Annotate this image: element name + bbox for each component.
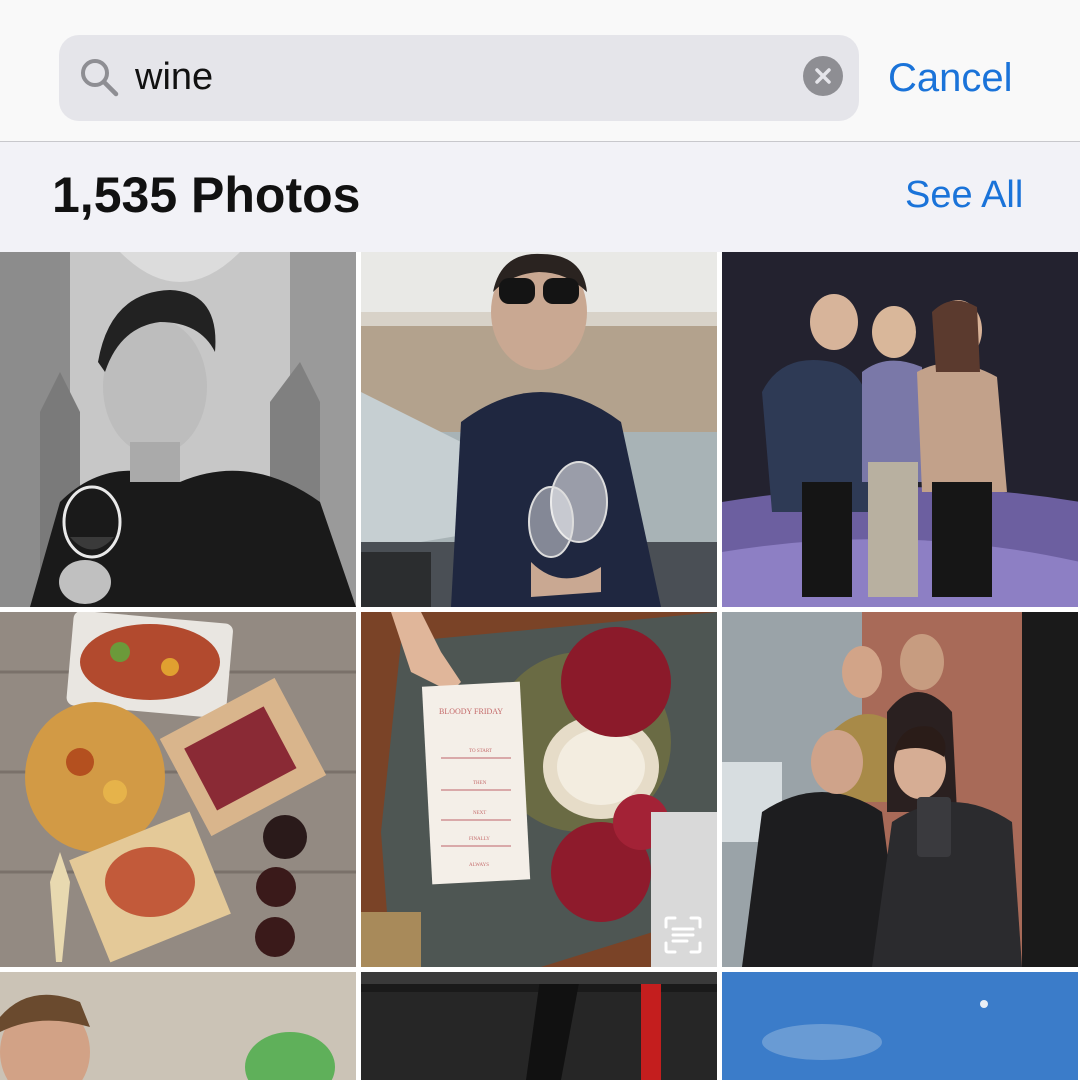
menu-card-heading: BLOODY FRIDAY [439,707,503,716]
menu-course-1: TO START [469,749,492,754]
clear-search-button[interactable] [803,56,843,96]
cancel-button[interactable]: Cancel [888,50,1013,106]
xmark-icon [815,68,831,84]
photo-thumbnail[interactable] [361,252,717,607]
photos-search-screen: Cancel 1,535 Photos See All [0,0,1080,1080]
menu-course-5: ALWAYS [469,863,489,868]
photo-thumbnail[interactable] [722,252,1078,607]
magnifyingglass-icon [81,59,119,97]
photo-thumbnail[interactable] [0,972,356,1080]
menu-course-2: THEN [473,781,487,786]
menu-course-4: FINALLY [469,837,490,842]
search-input[interactable] [135,49,835,105]
photo-thumbnail[interactable] [722,612,1078,967]
search-field[interactable] [59,35,859,121]
section-title: 1,535 Photos [52,167,361,223]
photo-grid: BLOODY FRIDAY TO START THEN NEXT FINALLY… [0,252,1080,1080]
photo-thumbnail[interactable] [722,972,1078,1080]
photo-thumbnail[interactable] [0,252,356,607]
photo-thumbnail[interactable] [361,972,717,1080]
live-text-icon[interactable] [660,912,706,958]
photo-thumbnail[interactable] [0,612,356,967]
see-all-button[interactable]: See All [905,172,1023,218]
menu-course-3: NEXT [473,811,486,816]
search-bar-area: Cancel [0,0,1080,142]
